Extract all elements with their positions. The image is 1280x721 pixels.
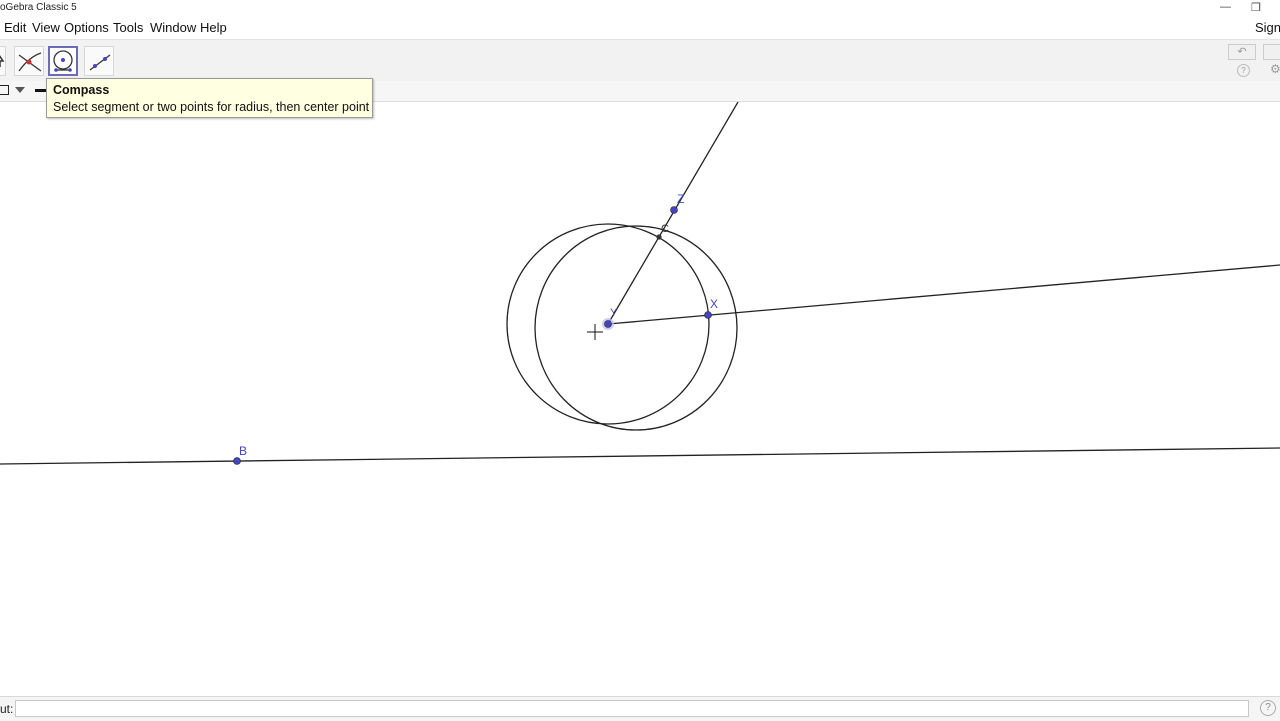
label-x: X	[710, 297, 718, 311]
chevron-down-icon[interactable]	[15, 87, 25, 93]
menu-tools[interactable]: Tools	[113, 20, 143, 35]
input-label: ut:	[0, 702, 14, 716]
sign-in-button[interactable]: Sign	[1255, 20, 1280, 35]
point-y[interactable]	[604, 320, 612, 328]
point-b[interactable]	[233, 457, 241, 465]
compass-tooltip: Compass Select segment or two points for…	[46, 78, 373, 118]
intersect-tool-button[interactable]	[14, 46, 44, 76]
compass-icon	[53, 50, 73, 72]
gear-icon[interactable]: ⚙	[1270, 62, 1280, 76]
toolbar: ↶ ? ⚙	[0, 39, 1280, 82]
label-y: Y	[610, 307, 618, 319]
intersect-icon	[18, 52, 42, 72]
point-x[interactable]	[704, 311, 712, 319]
input-field[interactable]	[15, 700, 1249, 717]
tooltip-title: Compass	[53, 83, 110, 97]
restore-button[interactable]: ❐	[1251, 1, 1261, 14]
graphics-view[interactable]: B Y X Z C	[0, 102, 1280, 696]
window-title: oGebra Classic 5	[0, 2, 77, 13]
menu-edit[interactable]: Edit	[4, 20, 26, 35]
redo-button[interactable]	[1263, 44, 1280, 60]
minimize-button[interactable]: —	[1220, 1, 1231, 13]
input-help-icon[interactable]: ?	[1260, 700, 1276, 716]
tooltip-description: Select segment or two points for radius,…	[53, 100, 370, 114]
circle-c[interactable]	[534, 225, 738, 431]
segment-icon	[89, 54, 111, 71]
label-b: B	[239, 444, 247, 458]
input-bar: ut: ?	[0, 696, 1280, 721]
title-bar: oGebra Classic 5 — ❐	[0, 0, 1280, 17]
menu-bar: Edit View Options Tools Window Help Sign	[0, 17, 1280, 39]
undo-button[interactable]: ↶	[1228, 44, 1256, 60]
compass-tool-button[interactable]	[48, 46, 78, 76]
segment-tool-button[interactable]	[84, 46, 114, 76]
undo-icon: ↶	[1237, 46, 1247, 58]
menu-view[interactable]: View	[32, 20, 60, 35]
point-z[interactable]	[670, 206, 678, 214]
menu-options[interactable]: Options	[64, 20, 109, 35]
menu-window[interactable]: Window	[150, 20, 196, 35]
help-icon[interactable]: ?	[1237, 64, 1250, 77]
line-b[interactable]	[0, 447, 1280, 465]
label-c: C	[661, 223, 669, 235]
move-tool-button[interactable]	[0, 46, 6, 76]
square-icon[interactable]	[0, 85, 9, 95]
menu-help[interactable]: Help	[200, 20, 227, 35]
point-c[interactable]	[656, 234, 662, 240]
move-icon	[0, 55, 5, 67]
crosshair-cursor-icon	[587, 324, 603, 340]
label-z: Z	[677, 192, 684, 206]
